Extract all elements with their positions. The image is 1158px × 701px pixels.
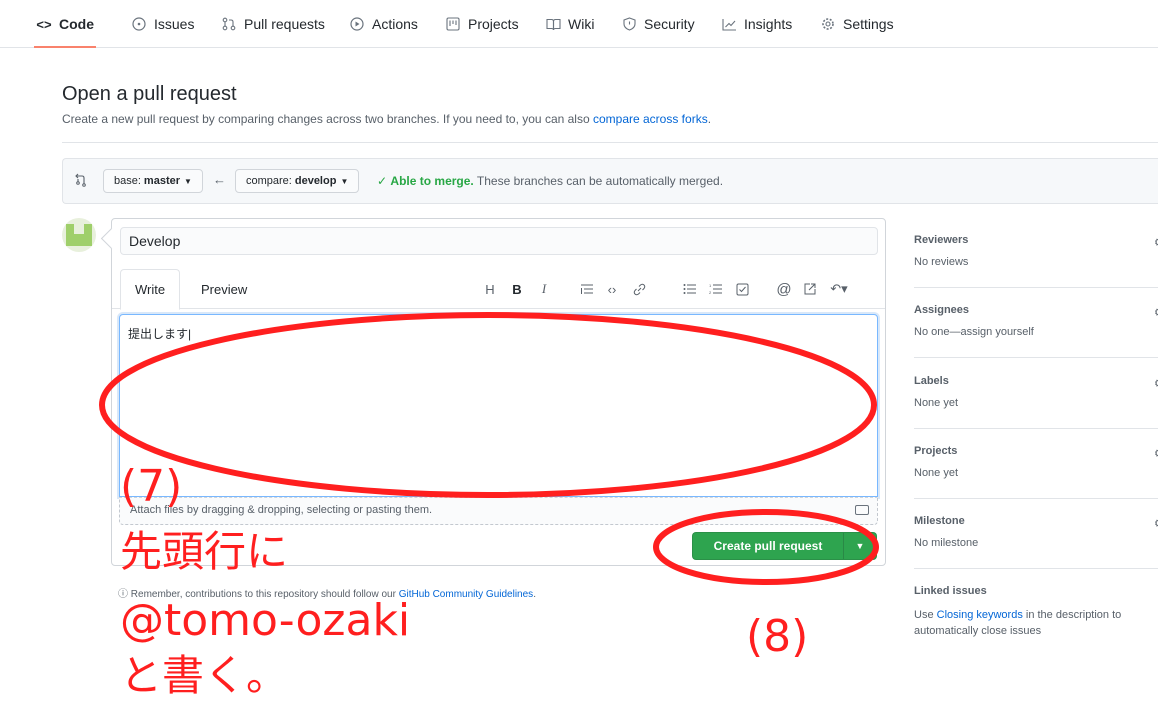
annotation-step7-number: (7) [120, 461, 183, 512]
annotation-step7-line1: 先頭行に [120, 527, 289, 576]
annotation-step8-number: (8) [746, 611, 809, 662]
annotation-step7-line2: @tomo-ozaki [120, 595, 411, 646]
annotation-step7-line3: と書く。 [120, 651, 289, 700]
annotation-ellipse-button [653, 509, 879, 585]
annotation-ellipse-textarea [99, 312, 877, 498]
